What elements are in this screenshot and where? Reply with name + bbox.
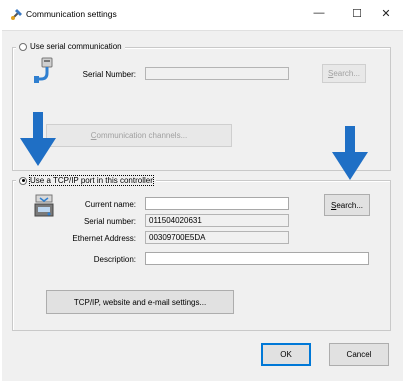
serial-number-tcp-label: Serial number:	[83, 217, 136, 226]
tcp-radio-button[interactable]	[19, 176, 27, 185]
serial-number-field	[145, 67, 289, 80]
app-icon	[11, 9, 22, 20]
annotation-arrow-down-icon	[20, 112, 56, 166]
serial-number-tcp-field: 011504020631	[145, 214, 289, 227]
ethernet-address-field: 00309700E5DA	[145, 231, 289, 244]
cancel-button[interactable]: Cancel	[329, 343, 389, 366]
title-bar: Communication settings — ☐ ✕	[0, 0, 405, 30]
minimize-button[interactable]: —	[300, 0, 338, 26]
current-name-label: Current name:	[84, 200, 136, 209]
serial-radio[interactable]: Use serial communication	[16, 42, 125, 51]
window-title: Communication settings	[26, 9, 117, 19]
tcp-settings-button[interactable]: TCP/IP, website and e-mail settings...	[46, 290, 234, 314]
close-button[interactable]: ✕	[367, 0, 405, 26]
tcp-radio-label: Use a TCP/IP port in this controller	[29, 175, 154, 186]
current-name-input[interactable]	[145, 197, 289, 210]
communication-channels-button: Communication channels...	[46, 124, 232, 147]
serial-search-button: Search...	[322, 64, 366, 83]
description-label: Description:	[93, 255, 136, 264]
tcp-search-button[interactable]: Search...	[324, 194, 370, 216]
serial-connector-icon	[34, 57, 53, 83]
dialog-body: Use serial communication Serial Number: …	[2, 30, 403, 381]
ok-button[interactable]: OK	[261, 343, 311, 366]
serial-radio-button[interactable]	[19, 42, 27, 51]
description-input[interactable]	[145, 252, 369, 265]
serial-radio-label: Use serial communication	[30, 42, 122, 51]
serial-number-label: Serial Number:	[82, 70, 136, 79]
annotation-arrow-down-icon	[332, 126, 368, 180]
controller-icon	[34, 194, 54, 217]
ethernet-address-label: Ethernet Address:	[72, 234, 136, 243]
tcp-radio[interactable]: Use a TCP/IP port in this controller	[16, 175, 156, 186]
